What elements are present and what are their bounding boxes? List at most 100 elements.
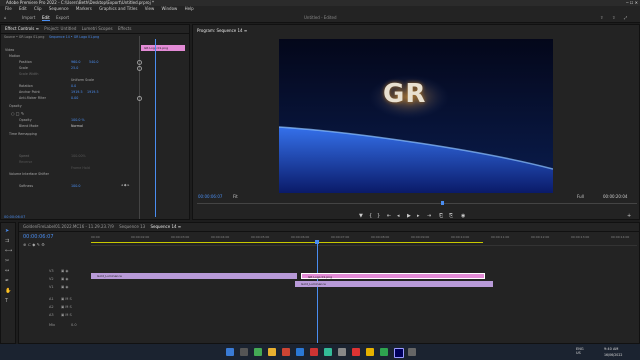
scrub-bar[interactable]: [197, 203, 637, 204]
program-timecode[interactable]: 00:00:06:07: [198, 194, 222, 199]
time-ruler[interactable]: 00:00 00:00:02:00 00:00:03:00 00:00:04:0…: [91, 233, 637, 246]
menu-window[interactable]: Window: [162, 6, 178, 11]
add-marker-icon[interactable]: ▼: [359, 213, 363, 219]
timeline-tool-icons[interactable]: ⊕ ⊂ ◆ ✎ ⚙: [23, 242, 45, 247]
app-icon[interactable]: [366, 348, 374, 356]
timeline-clip[interactable]: Gold_Luminance: [295, 281, 493, 287]
resolution-select[interactable]: Full: [577, 194, 584, 199]
opacity-section[interactable]: Opacity: [9, 103, 22, 109]
ripple-edit-icon[interactable]: ⟷: [5, 249, 12, 254]
track-toggle-icons[interactable]: ▣ ◉: [61, 269, 68, 273]
track-select-icon[interactable]: ⇉: [5, 239, 10, 244]
time-remap-section[interactable]: Time Remapping: [9, 131, 37, 137]
track-header-mix[interactable]: Mix 0.0: [49, 321, 109, 329]
keyframe-nav-icons[interactable]: ◂ ◆ ▸: [121, 183, 129, 187]
mark-in-icon[interactable]: {: [369, 213, 372, 219]
softness-value[interactable]: 100.0: [71, 183, 80, 189]
track-header-v1[interactable]: V1 ▣ ◉: [49, 283, 109, 291]
premiere-icon[interactable]: [394, 348, 404, 358]
mix-value[interactable]: 0.0: [71, 323, 77, 327]
app-icon[interactable]: [380, 348, 388, 356]
source-label[interactable]: Source • GR Logo 01.png: [4, 35, 44, 39]
tab-effect-controls[interactable]: Effect Controls ≡: [5, 26, 39, 31]
antiflicker-value[interactable]: 0.00: [71, 95, 78, 101]
tab-sequence-13[interactable]: Sequence 13: [119, 224, 145, 229]
share-icon[interactable]: ⇪: [600, 15, 603, 20]
search-icon[interactable]: [240, 348, 248, 356]
menu-edit[interactable]: Edit: [19, 6, 27, 11]
volume-section[interactable]: Volume Interface Shifter: [9, 171, 49, 177]
reset-icon[interactable]: [137, 60, 142, 65]
home-icon[interactable]: ⌂: [4, 15, 7, 20]
menu-sequence[interactable]: Sequence: [49, 6, 69, 11]
tab-export[interactable]: Export: [56, 15, 69, 20]
language-indicator[interactable]: ENG US: [576, 347, 584, 355]
razor-icon[interactable]: ✂: [5, 259, 10, 264]
step-forward-icon[interactable]: ▸: [417, 213, 420, 219]
track-toggle-icons[interactable]: ▣ ◉: [61, 277, 68, 281]
tab-edit[interactable]: Edit: [42, 15, 50, 21]
tab-import[interactable]: Import: [22, 15, 35, 20]
app-icon[interactable]: [338, 348, 346, 356]
app-icon[interactable]: [324, 348, 332, 356]
track-toggle-icons[interactable]: ▣ ◉: [61, 285, 68, 289]
mask-tools-icons[interactable]: ○ □ ✎: [11, 111, 25, 116]
lift-icon[interactable]: ⎗: [439, 213, 443, 219]
app-icon[interactable]: [408, 348, 416, 356]
edge-icon[interactable]: [296, 348, 304, 356]
start-icon[interactable]: [226, 348, 234, 356]
add-button-icon[interactable]: +: [627, 213, 631, 219]
go-to-in-icon[interactable]: ⇤: [387, 213, 391, 219]
track-toggle-icons[interactable]: ▣ M S: [61, 297, 72, 301]
file-explorer-icon[interactable]: [268, 348, 276, 356]
hand-icon[interactable]: ✋: [5, 289, 11, 294]
track-toggle-icons[interactable]: ▣ M S: [61, 313, 72, 317]
effect-controls-timecode[interactable]: 00:00:06:07: [4, 215, 25, 219]
work-area-bar[interactable]: [91, 242, 483, 243]
play-icon[interactable]: ▶: [407, 213, 411, 219]
export-frame-icon[interactable]: ◉: [461, 213, 465, 219]
track-header-a1[interactable]: A1 ▣ M S: [49, 295, 109, 303]
menu-markers[interactable]: Markers: [76, 6, 92, 11]
slip-icon[interactable]: ↔: [5, 269, 10, 274]
menu-view[interactable]: View: [145, 6, 155, 11]
timeline-timecode[interactable]: 00:00:06:07: [23, 234, 54, 240]
track-header-a3[interactable]: A3 ▣ M S: [49, 311, 109, 319]
go-to-out-icon[interactable]: ⇥: [427, 213, 431, 219]
mark-out-icon[interactable]: }: [377, 213, 380, 219]
program-video-frame[interactable]: GR: [279, 39, 553, 193]
program-tab[interactable]: Program: Sequence 14 ≡: [197, 28, 247, 33]
step-back-icon[interactable]: ◂: [397, 213, 400, 219]
type-icon[interactable]: T: [5, 299, 10, 304]
tab-sequence-14[interactable]: Sequence 14 ≡: [150, 224, 181, 229]
anchor-y-value[interactable]: 1919.5: [87, 89, 99, 95]
app-icon[interactable]: [352, 348, 360, 356]
tab-lumetri[interactable]: Lumetri Scopes: [82, 26, 113, 31]
clip-bar[interactable]: GR Logo 01.png: [141, 45, 185, 51]
fullscreen-icon[interactable]: ⤢: [624, 15, 627, 20]
pen-icon[interactable]: ✒: [5, 279, 10, 284]
clock-time[interactable]: 9:40 AM: [604, 347, 618, 351]
selection-tool-icon[interactable]: ➤: [5, 229, 10, 234]
quick-export-icon[interactable]: ⇧: [612, 15, 615, 20]
extract-icon[interactable]: ⎘: [449, 213, 453, 219]
scale-value[interactable]: 25.0: [71, 65, 78, 71]
timeline-clip-selected[interactable]: GR Logo 01.png: [301, 273, 485, 279]
fit-select[interactable]: Fit: [233, 194, 238, 199]
menu-graphics[interactable]: Graphics and Titles: [99, 6, 137, 11]
reset-icon[interactable]: [137, 66, 142, 71]
app-icon[interactable]: [310, 348, 318, 356]
sequence-label[interactable]: Sequence 14 • GR Logo 01.png: [49, 35, 99, 39]
scrub-playhead[interactable]: [441, 201, 444, 205]
whatsapp-icon[interactable]: [254, 348, 262, 356]
app-icon[interactable]: [282, 348, 290, 356]
tab-effects[interactable]: Effects: [118, 26, 132, 31]
position-y-value[interactable]: 540.0: [89, 59, 98, 65]
reset-icon[interactable]: [137, 96, 142, 101]
timeline-clip[interactable]: Gold_Luminance: [91, 273, 297, 279]
menu-file[interactable]: File: [5, 6, 12, 11]
track-toggle-icons[interactable]: ▣ M S: [61, 305, 72, 309]
clock-date[interactable]: 16/06/2022: [604, 353, 622, 357]
tab-sequence-nested[interactable]: GoldenFireLabel01.2022.MC16 - 11.29.23.7…: [23, 224, 114, 229]
menu-help[interactable]: Help: [185, 6, 194, 11]
